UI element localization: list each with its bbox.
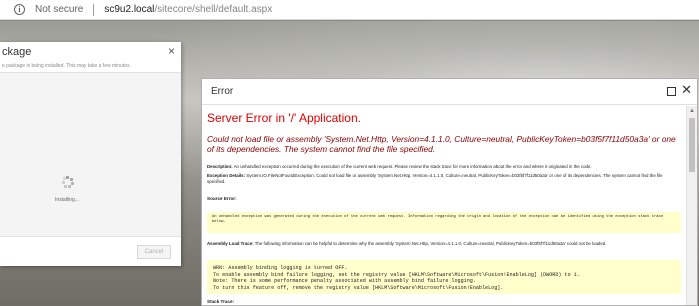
- assembly-trace-text: The following information can be helpful…: [254, 241, 607, 246]
- dialog-subtitle: e package is being installed. This may t…: [2, 63, 131, 69]
- exception-paragraph: Exception Details: System.IO.FileNotFoun…: [207, 173, 681, 185]
- url-host[interactable]: sc9u2.local: [104, 4, 154, 15]
- security-label[interactable]: Not secure: [35, 4, 83, 15]
- cancel-button[interactable]: Cancel: [137, 245, 171, 259]
- address-separator: [93, 3, 95, 16]
- log-line: Note: There is some performance penalty …: [213, 278, 476, 285]
- assembly-trace-paragraph: Assembly Load Trace: The following infor…: [207, 241, 681, 247]
- description-label: Description:: [207, 164, 233, 169]
- loading-spinner-icon: [62, 176, 74, 188]
- vertical-scrollbar[interactable]: ▲: [686, 106, 697, 305]
- info-icon[interactable]: i: [14, 4, 25, 15]
- error-window-header: Error ✕: [202, 79, 697, 105]
- assembly-trace-label: Assembly Load Trace:: [207, 241, 254, 246]
- description-paragraph: Description: An unhandled exception occu…: [207, 164, 681, 170]
- installing-status: Installing...: [55, 197, 79, 203]
- maximize-icon[interactable]: [667, 87, 676, 96]
- scroll-up-icon[interactable]: ▲: [689, 108, 695, 114]
- package-install-dialog: ckage × e package is being installed. Th…: [0, 42, 181, 266]
- source-error-box: An unhandled exception was generated dur…: [207, 212, 681, 233]
- url-path[interactable]: /sitecore/shell/default.aspx: [154, 4, 272, 15]
- exception-label: Exception Details:: [207, 173, 246, 178]
- error-heading: Server Error in '/' Application.: [207, 111, 361, 125]
- source-error-text: An unhandled exception was generated dur…: [212, 215, 664, 224]
- error-window: Error ✕ Server Error in '/' Application.…: [201, 78, 698, 306]
- dialog-body: [0, 73, 181, 236]
- log-line: To turn this feature off, remove the reg…: [213, 285, 504, 292]
- log-line: WRN: Assembly binding logging is turned …: [213, 265, 348, 271]
- source-error-label: Source Error:: [207, 196, 237, 201]
- log-line: To enable assembly bind failure logging,…: [213, 271, 580, 278]
- scrollbar-thumb[interactable]: [689, 118, 695, 172]
- exception-text: System.IO.FileNotFoundException: Could n…: [207, 173, 663, 184]
- description-text: An unhandled exception occurred during t…: [233, 164, 592, 169]
- close-icon[interactable]: ×: [168, 44, 175, 58]
- dialog-title: ckage: [2, 46, 32, 58]
- error-subheading: Could not load file or assembly 'System.…: [207, 134, 676, 154]
- error-page-content: Server Error in '/' Application. Could n…: [202, 106, 688, 305]
- close-icon[interactable]: ✕: [681, 83, 692, 97]
- assembly-log-box: WRN: Assembly binding logging is turned …: [207, 260, 681, 294]
- dialog-footer: Cancel: [0, 236, 181, 266]
- address-bar[interactable]: i Not secure sc9u2.local /sitecore/shell…: [0, 0, 699, 20]
- stack-trace-label: Stack Trace:: [207, 299, 235, 304]
- error-window-title: Error: [211, 86, 234, 97]
